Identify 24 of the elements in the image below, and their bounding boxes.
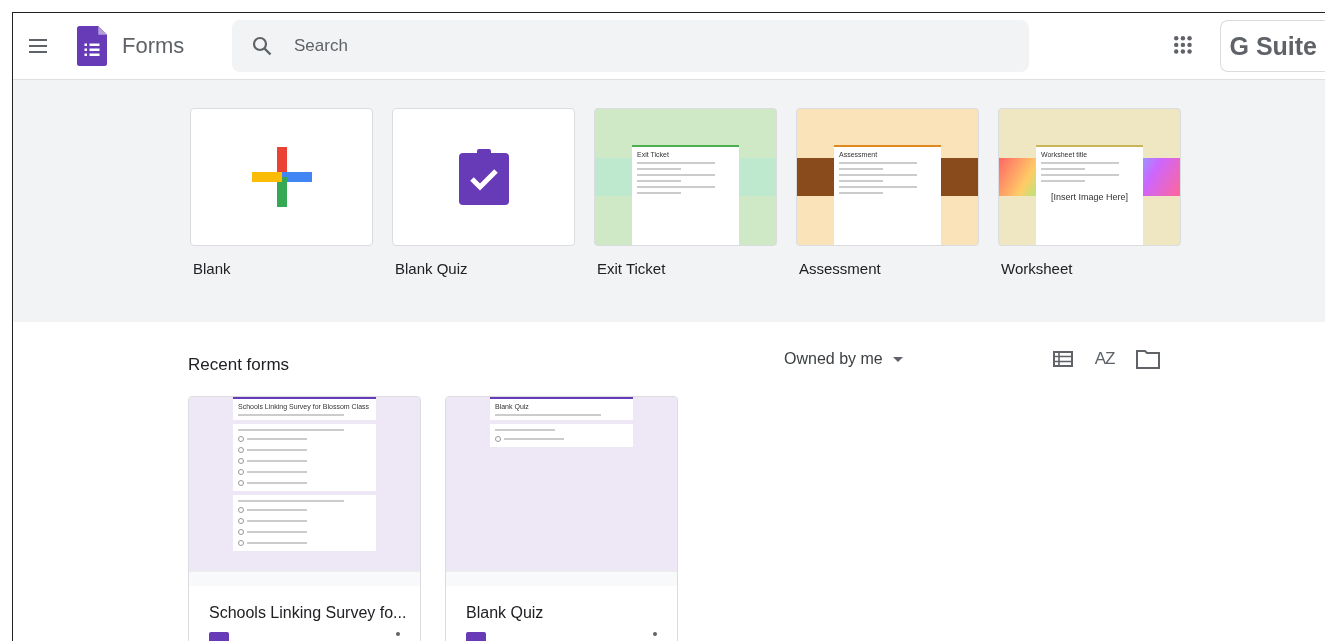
template-label: Blank [192, 260, 232, 277]
g-suite-button[interactable]: G Suite [1220, 20, 1325, 72]
caret-icon [892, 356, 903, 362]
app-name: Forms [122, 33, 186, 59]
owner-filter-dropdown[interactable]: Owned by me [784, 350, 903, 368]
quiz-template-card[interactable] [392, 108, 575, 246]
list-view-icon[interactable] [1052, 351, 1073, 367]
search-field[interactable]: Search [232, 20, 1029, 72]
template-label: Blank Quiz [394, 260, 469, 277]
search-icon [250, 34, 274, 58]
folder-icon[interactable] [1136, 349, 1161, 369]
image-placeholder-text: [Insert Image Here] [1049, 192, 1129, 202]
form-title: Schools Linking Survey fo... [209, 604, 407, 621]
section-title: Recent forms [188, 354, 291, 375]
sort-button[interactable]: AZ [1094, 349, 1115, 369]
plus-icon [251, 147, 312, 207]
template-label: Worksheet [1000, 260, 1074, 277]
template-label: Assessment [798, 260, 882, 277]
clipboard-check-icon [458, 149, 509, 205]
template-label: Exit Ticket [596, 260, 667, 277]
forms-logo-icon [76, 26, 108, 66]
blank-template-card[interactable] [190, 108, 373, 246]
form-title: Blank Quiz [466, 604, 544, 621]
apps-grid-icon[interactable] [1174, 36, 1195, 56]
